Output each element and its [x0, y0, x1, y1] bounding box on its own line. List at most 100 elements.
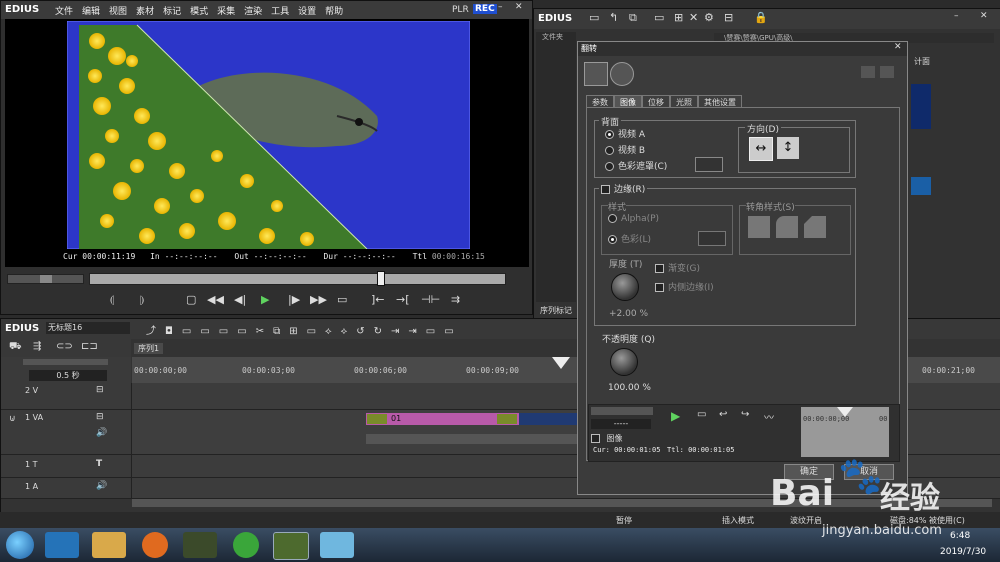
menu-render[interactable]: 渲染: [244, 7, 262, 17]
menu-help[interactable]: 帮助: [325, 7, 343, 17]
export-icon[interactable]: ⇉: [451, 293, 460, 306]
mini-timeline[interactable]: 00:00:00;00 00:: [801, 407, 892, 457]
menu-clip[interactable]: 素材: [136, 7, 154, 17]
app-icon[interactable]: [320, 532, 354, 558]
track-1a-audio-icon[interactable]: 🔊: [96, 481, 107, 491]
lock-icon[interactable]: 🔒: [754, 11, 768, 24]
border-checkbox[interactable]: 边缘(R): [599, 182, 648, 195]
firefox-icon[interactable]: [142, 532, 168, 558]
menu-marker[interactable]: 标记: [163, 7, 181, 17]
menu-mode[interactable]: 模式: [190, 7, 208, 17]
matte-color-swatch[interactable]: [695, 157, 723, 172]
thumbnail-1[interactable]: [911, 84, 931, 129]
menu-capture[interactable]: 采集: [217, 7, 235, 17]
menu-settings[interactable]: 设置: [298, 7, 316, 17]
menu-file[interactable]: 文件: [55, 7, 73, 17]
edius-active-icon[interactable]: [273, 532, 309, 560]
opacity-knob[interactable]: [610, 348, 638, 376]
radio-video-b[interactable]: 视频 B: [605, 143, 645, 156]
rewind-icon[interactable]: ◀◀: [207, 293, 224, 306]
minimize-icon[interactable]: –: [498, 2, 503, 12]
playhead-marker[interactable]: [377, 271, 385, 286]
menu-view[interactable]: 视图: [109, 7, 127, 17]
bin-close-icon[interactable]: ✕: [980, 11, 988, 21]
dialog-play-icon[interactable]: ▶: [671, 409, 680, 423]
step-forward-icon[interactable]: |▶: [288, 293, 300, 306]
mini-playhead[interactable]: [837, 407, 853, 417]
track-2v-mode-icon[interactable]: ⊟: [96, 385, 104, 395]
play-icon[interactable]: ▶: [261, 293, 269, 306]
bin-minimize-icon[interactable]: –: [954, 11, 959, 21]
up-icon[interactable]: ↰: [609, 11, 618, 24]
corner-round-icon[interactable]: [776, 216, 798, 238]
dialog-undo-icon[interactable]: ↩: [719, 409, 727, 420]
corner-bevel-icon[interactable]: [804, 216, 826, 238]
edius-icon[interactable]: [183, 532, 217, 558]
thumbnail-2[interactable]: [911, 177, 931, 195]
radio-video-a[interactable]: 视频 A: [605, 127, 645, 140]
rec-button[interactable]: REC: [473, 4, 497, 14]
dialog-close-icon[interactable]: ✕: [894, 42, 902, 52]
dialog-graph-icon[interactable]: 〰: [764, 409, 774, 424]
zoom-value[interactable]: 0.5 秒: [29, 370, 107, 381]
add-icon[interactable]: ⊞: [674, 11, 683, 24]
dialog-transport-value[interactable]: -----: [591, 419, 651, 429]
close-icon[interactable]: ✕: [515, 2, 523, 12]
insert-icon[interactable]: ]←: [371, 293, 385, 306]
shuttle-slider[interactable]: [7, 274, 84, 284]
fast-forward-icon[interactable]: ▶▶: [310, 293, 327, 306]
explorer-icon[interactable]: [92, 532, 126, 558]
timeline-playhead[interactable]: [552, 357, 570, 369]
properties-icon[interactable]: ⚙: [704, 11, 714, 24]
position-bar[interactable]: [89, 273, 506, 285]
dialog-track-checkbox[interactable]: [591, 434, 600, 443]
media-player-icon[interactable]: [45, 532, 79, 558]
tool-icon-2[interactable]: ⇶: [33, 341, 41, 352]
corner-square-icon[interactable]: [748, 216, 770, 238]
view-icon[interactable]: ⊟: [724, 11, 733, 24]
radio-color-matte[interactable]: 色彩遮罩(C): [605, 159, 667, 172]
split-icon[interactable]: ⊣⊢: [421, 293, 440, 306]
tl-tool-icons[interactable]: ⤴◘▭▭▭▭✂⧉⊞▭⟡⟡↺↻⇥⇥▭▭: [146, 322, 463, 337]
zoom-slider[interactable]: [23, 359, 108, 365]
overwrite-icon[interactable]: →[: [396, 293, 410, 306]
style-color-radio[interactable]: 色彩(L): [608, 232, 651, 245]
step-back-icon[interactable]: ◀|: [234, 293, 246, 306]
direction-horizontal-icon[interactable]: ↔: [749, 137, 773, 161]
track-1va-lock[interactable]: ⊍: [9, 414, 16, 424]
tool-icon-1[interactable]: ⛟: [9, 341, 22, 354]
gradient-checkbox[interactable]: 渐变(G): [655, 261, 700, 274]
dialog-icon-right-1[interactable]: [861, 66, 875, 78]
track-1va-mode-icon[interactable]: ⊟: [96, 412, 104, 422]
transition-clip[interactable]: [519, 413, 579, 425]
stop-icon[interactable]: ▢: [186, 293, 196, 306]
tool-icon-4[interactable]: ⊏⊐: [81, 341, 98, 352]
new-bin-icon[interactable]: ⧉: [629, 11, 637, 25]
video-clip[interactable]: 01: [366, 413, 519, 425]
track-1va-audio-icon[interactable]: 🔊: [96, 428, 107, 438]
menu-tools[interactable]: 工具: [271, 7, 289, 17]
start-button[interactable]: [6, 531, 34, 559]
tool-icon-3[interactable]: ⊂⊃: [56, 341, 73, 352]
set-in-icon[interactable]: ⦇: [110, 293, 114, 307]
dialog-icon-right-2[interactable]: [880, 66, 894, 78]
dialog-redo-icon[interactable]: ↪: [741, 409, 749, 420]
dialog-icon-stopwatch[interactable]: [610, 62, 634, 86]
menu-edit[interactable]: 编辑: [82, 7, 100, 17]
dialog-icon-palette[interactable]: [584, 62, 608, 86]
style-alpha-radio[interactable]: Alpha(P): [608, 214, 659, 224]
delete-icon[interactable]: ✕: [689, 11, 698, 24]
loop-icon[interactable]: ▭: [337, 293, 347, 306]
open-icon[interactable]: ▭: [654, 11, 664, 24]
direction-vertical-icon[interactable]: ↕: [777, 137, 799, 159]
sync-icon[interactable]: [233, 532, 259, 558]
folder-icon[interactable]: ▭: [589, 11, 599, 24]
sequence-tab[interactable]: 序列1: [134, 343, 164, 354]
plr-button[interactable]: PLR: [452, 5, 469, 15]
inner-edge-checkbox[interactable]: 内侧边缘(I): [655, 280, 714, 293]
track-1t-title-icon[interactable]: T: [96, 459, 102, 469]
dialog-preview-icon[interactable]: ▭: [697, 409, 706, 420]
dialog-shuttle[interactable]: [591, 407, 653, 415]
set-out-icon[interactable]: ⦈: [140, 293, 144, 307]
scrub-bar[interactable]: [7, 271, 506, 286]
